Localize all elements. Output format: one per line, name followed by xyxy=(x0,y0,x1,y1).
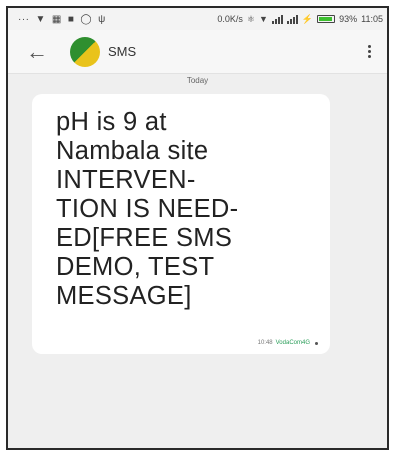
notification-icons: ··· ▼ ▦ ■ ◯ ψ xyxy=(18,14,106,25)
battery-percent: 93% xyxy=(339,14,358,24)
signal-icon xyxy=(271,14,283,24)
message-text: pH is 9 at Nambala site INTERVEN- TION I… xyxy=(56,108,239,310)
facebook-icon: ■ xyxy=(67,13,75,25)
message-bubble[interactable]: pH is 9 at Nambala site INTERVEN- TION I… xyxy=(32,94,330,354)
message-meta: 10:48 VodaCom4G xyxy=(258,340,318,346)
more-vert-icon[interactable] xyxy=(361,45,377,58)
gallery-icon: ▦ xyxy=(51,13,62,25)
signal-2-icon xyxy=(286,14,298,24)
app-bar: ← SMS xyxy=(8,30,387,74)
sim-icon xyxy=(315,341,318,345)
contact-name[interactable]: SMS xyxy=(108,44,136,59)
network-speed: 0.0K/s xyxy=(217,14,243,24)
data-saver-icon: ⚛ xyxy=(246,13,255,24)
whatsapp-icon: ◯ xyxy=(80,13,93,25)
wifi-icon: ▼ xyxy=(258,14,268,24)
arrow-left-icon[interactable]: ← xyxy=(26,40,52,63)
charging-icon: ⚡ xyxy=(301,13,314,24)
shield-icon: ▼ xyxy=(35,13,46,25)
battery-icon xyxy=(317,15,336,23)
more-notifications-icon: ··· xyxy=(18,13,30,25)
date-divider: Today xyxy=(186,76,209,85)
clock: 11:05 xyxy=(361,14,383,24)
message-time: 10:48 xyxy=(257,340,273,346)
status-bar: ··· ▼ ▦ ■ ◯ ψ 0.0K/s ⚛ ▼ ⚡ 93% 11:05 xyxy=(8,8,387,30)
battery-fill xyxy=(319,17,332,21)
contact-avatar[interactable] xyxy=(70,36,100,67)
system-status: 0.0K/s ⚛ ▼ ⚡ 93% 11:05 xyxy=(217,14,383,25)
carrier-label: VodaCom4G xyxy=(275,340,310,346)
usb-icon: ψ xyxy=(98,13,106,25)
phone-screen: ··· ▼ ▦ ■ ◯ ψ 0.0K/s ⚛ ▼ ⚡ 93% 11:05 ← S… xyxy=(6,6,389,450)
